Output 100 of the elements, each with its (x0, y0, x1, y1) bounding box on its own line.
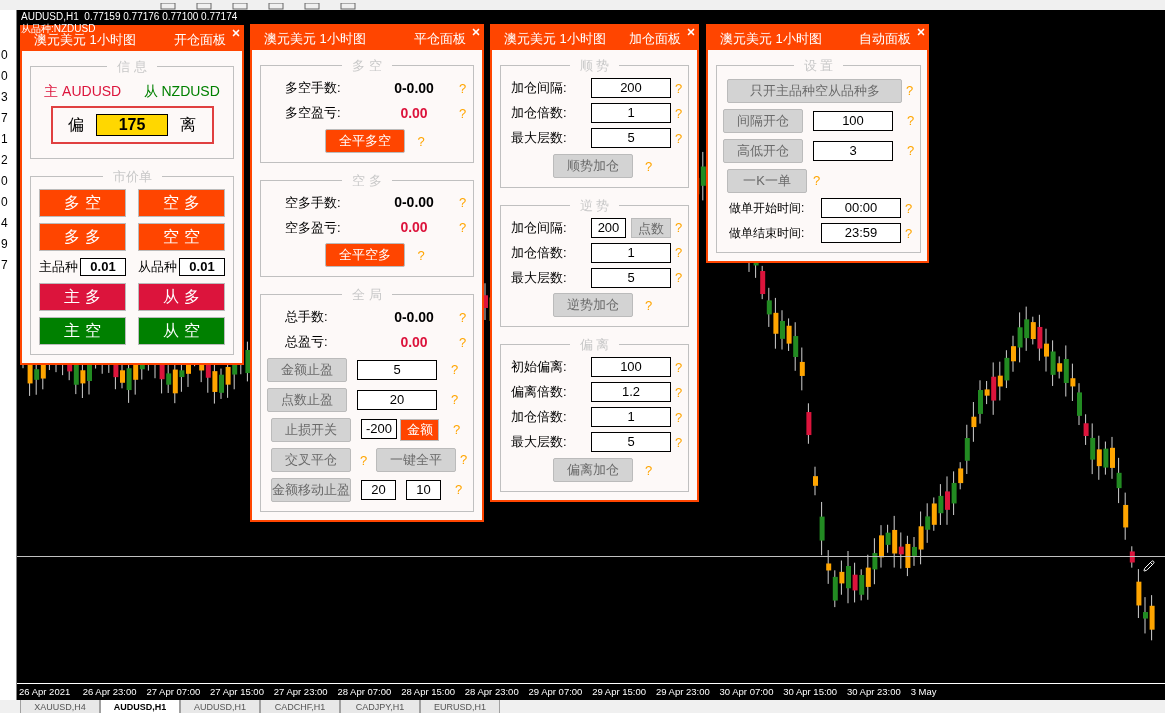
time-label: 29 Apr 07:00 (528, 684, 584, 699)
input-field[interactable]: 200 (591, 78, 671, 98)
panel-button[interactable]: 金额止盈 (267, 357, 347, 382)
panel-button[interactable]: 偏离加仓 (553, 457, 633, 482)
lot-label: 主品种 (39, 258, 78, 276)
list-value: 7 (0, 111, 8, 126)
panel-title: 澳元美元 1小时图 (264, 32, 366, 46)
stat-value: 0-0.00 (393, 78, 435, 98)
input-field[interactable]: 5 (591, 432, 671, 452)
stat-label: 总手数: (284, 308, 329, 327)
input-field[interactable]: 10 (406, 479, 441, 500)
input-field[interactable]: 100 (813, 110, 893, 131)
time-label: 3 May (910, 684, 938, 699)
input-field[interactable]: 20 (357, 389, 437, 410)
toolbar-button[interactable] (304, 3, 320, 10)
unit-button[interactable]: 点数 (631, 217, 671, 238)
input-field[interactable]: 5 (357, 359, 437, 380)
field-label: 最大层数: (511, 433, 568, 452)
chart-tab[interactable]: EURUSD,H1 (420, 700, 500, 713)
input-field[interactable]: 100 (591, 357, 671, 377)
chart-header: AUDUSD,H1 0.77159 0.77176 0.77100 0.77174 (21, 11, 238, 22)
panel-button[interactable]: 止损开关 (271, 417, 351, 442)
panel-button[interactable]: 间隔开仓 (723, 108, 803, 133)
list-value: 0 (0, 195, 8, 210)
lot-field[interactable]: 0.01 (179, 257, 225, 276)
panel-button[interactable]: 全平空多 (325, 243, 406, 267)
sub-symbol: 从 NZDUSD (143, 81, 220, 101)
stat-value: 0-0.00 (393, 307, 435, 327)
list-value: 0 (0, 174, 8, 189)
order-button[interactable]: 主 空 (39, 316, 126, 345)
panel-button[interactable]: 全平多空 (325, 128, 406, 153)
panel-title: 澳元美元 1小时图 (720, 32, 822, 46)
panel-button[interactable]: 只开主品种空从品种多 (727, 78, 902, 103)
order-button[interactable]: 空 空 (138, 223, 225, 251)
list-value: 1 (0, 132, 8, 147)
input-field[interactable]: 3 (813, 140, 893, 161)
field-label: 加仓倍数: (511, 408, 568, 427)
deviation-value: 175 (96, 113, 168, 136)
close-icon[interactable] (471, 27, 481, 37)
toolbar-button[interactable] (268, 3, 284, 10)
input-field[interactable]: 5 (591, 267, 671, 288)
stat-value: 0.00 (399, 332, 429, 352)
field-label: 最大层数: (511, 268, 568, 287)
order-button[interactable]: 多 空 (39, 189, 126, 217)
toolbar-button[interactable] (340, 3, 356, 10)
time-label: 26 Apr 23:00 (82, 684, 138, 699)
sub-symbol-label: 从品种:NZDUSD (21, 23, 96, 34)
input-field[interactable]: 1 (591, 242, 671, 263)
input-field[interactable]: 20 (361, 479, 396, 500)
order-button[interactable]: 多 多 (39, 223, 126, 251)
stat-value: 0-0.00 (393, 193, 435, 212)
panel-button[interactable]: 交叉平仓 (271, 447, 351, 472)
input-field[interactable]: 23:59 (821, 223, 901, 243)
order-button[interactable]: 主 多 (39, 282, 126, 311)
input-field[interactable]: 1 (591, 103, 671, 123)
panel-name: 自动面板 (859, 32, 911, 46)
input-field[interactable]: 200 (591, 217, 626, 238)
toolbar-button[interactable] (196, 3, 212, 10)
panel-button[interactable]: 一键全平 (376, 447, 456, 472)
chart-tab[interactable]: CADCHF,H1 (260, 700, 340, 713)
order-button[interactable]: 从 多 (138, 282, 225, 311)
input-field[interactable]: 1 (591, 407, 671, 427)
field-label: 偏离倍数: (511, 383, 568, 402)
toolbar-button[interactable] (232, 3, 248, 10)
stat-label: 多空手数: (284, 79, 342, 98)
stat-label: 多空盈亏: (284, 104, 342, 123)
order-button[interactable]: 空 多 (138, 189, 225, 217)
toggle-button[interactable]: 金额 (400, 418, 439, 441)
field-label: 加仓间隔: (511, 79, 568, 98)
panel-name: 开仓面板 (174, 33, 226, 47)
input-field[interactable]: 00:00 (821, 198, 901, 218)
chart-tab[interactable]: CADJPY,H1 (340, 700, 420, 713)
lot-field[interactable]: 0.01 (80, 257, 126, 276)
deviation-label: 离 (180, 113, 196, 136)
order-button[interactable]: 从 空 (138, 316, 225, 345)
input-field[interactable]: -200 (361, 418, 397, 439)
toolbar-button[interactable] (160, 3, 176, 10)
field-label: 做单结束时间: (729, 225, 806, 242)
input-field[interactable]: 1.2 (591, 382, 671, 402)
panel-name: 加仓面板 (629, 32, 681, 46)
panel-button[interactable]: 顺势加仓 (553, 153, 633, 178)
input-field[interactable]: 5 (591, 128, 671, 148)
chart-tab[interactable]: AUDUSD,H1 (100, 700, 180, 713)
panel-button[interactable]: 高低开仓 (723, 138, 803, 163)
panel-button[interactable]: 点数止盈 (267, 387, 347, 412)
close-icon[interactable] (916, 27, 926, 37)
lot-label: 从品种 (138, 258, 177, 276)
list-value: 0 (0, 69, 8, 84)
chart-tab[interactable]: AUDUSD,H1 (180, 700, 260, 713)
close-icon[interactable] (686, 27, 696, 37)
field-label: 加仓倍数: (511, 104, 568, 123)
panel-button[interactable]: 金额移动止盈 (271, 477, 351, 502)
stat-label: 空多手数: (284, 193, 342, 212)
panel-name: 平仓面板 (414, 32, 466, 46)
time-label: 27 Apr 07:00 (146, 684, 202, 699)
panel-button[interactable]: 逆势加仓 (553, 293, 633, 317)
close-icon[interactable] (231, 28, 241, 38)
field-label: 最大层数: (511, 129, 568, 148)
pencil-icon (1143, 560, 1155, 572)
chart-tab[interactable]: XAUUSD,H4 (20, 700, 100, 713)
